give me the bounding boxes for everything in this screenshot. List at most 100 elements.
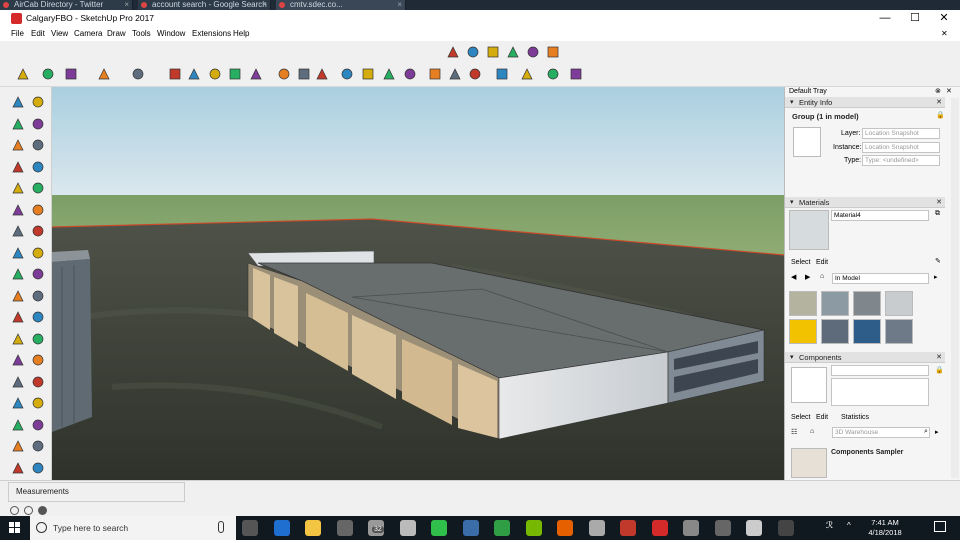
materials-header[interactable]: Materials✕ [785,197,945,208]
browser-tab[interactable]: AirCab Directory - Twitter × [0,0,133,10]
menu-camera[interactable]: Camera [74,28,102,39]
zoom-extents-icon[interactable] [402,66,418,82]
sandbox-icon[interactable] [10,460,26,476]
section-plane-icon[interactable] [10,438,26,454]
firefox-icon[interactable] [557,520,573,536]
rectangle-icon[interactable] [30,137,46,153]
freehand-icon[interactable] [10,137,26,153]
walk-icon[interactable] [30,395,46,411]
chrome-icon[interactable] [494,520,510,536]
protractor-icon[interactable] [314,66,330,82]
material-swatch[interactable] [789,319,817,344]
people-icon[interactable]: ℛ [826,520,833,531]
scale-icon[interactable] [30,245,46,261]
component-description-field[interactable] [831,378,929,406]
taskbar-search-input[interactable]: Type here to search [30,516,236,540]
tab-close-icon[interactable]: × [397,0,402,10]
start-button[interactable] [0,516,30,540]
previous-icon[interactable] [10,395,26,411]
user-icon[interactable] [38,506,47,515]
move-icon[interactable] [30,223,46,239]
zoom-icon[interactable] [381,66,397,82]
tray-pin-icon[interactable]: ⊗ [935,87,941,95]
tool-icon[interactable] [30,460,46,476]
components-sampler-label[interactable]: Components Sampler [831,449,903,456]
follow-me-icon[interactable] [186,66,202,82]
tray-close-icon[interactable]: ✕ [946,87,952,95]
close-button[interactable]: ✕ [931,11,957,26]
push-pull-icon[interactable] [30,202,46,218]
terminal-icon[interactable] [777,520,794,536]
pan-icon[interactable] [10,352,26,368]
protractor-icon[interactable] [465,44,481,60]
tab-close-icon[interactable]: × [262,0,267,10]
sphere-icon[interactable] [714,520,731,536]
menu-help[interactable]: Help [233,28,249,39]
create-material-icon[interactable]: ⧉ [935,210,940,218]
look-around-icon[interactable] [10,417,26,433]
3d-text-icon[interactable] [545,44,561,60]
green-app-icon[interactable] [431,520,447,536]
move-icon[interactable] [207,66,223,82]
tape-measure-icon[interactable] [30,266,46,282]
components-header[interactable]: Components✕ [785,352,945,363]
material-swatch[interactable] [885,319,913,344]
taskbar-clock[interactable]: 7:41 AM 4/18/2018 [862,518,908,538]
dimension-icon[interactable] [10,288,26,304]
eraser-icon[interactable] [30,94,46,110]
rectangle-icon[interactable] [130,66,146,82]
eraser-icon[interactable] [40,66,56,82]
document-close-button[interactable]: ✕ [941,28,948,39]
menu-extensions[interactable]: Extensions [192,28,231,39]
warehouse-icon[interactable] [427,66,443,82]
components-sampler-thumbnail[interactable] [791,448,827,478]
material-swatch[interactable] [821,319,849,344]
arc-icon[interactable] [30,180,46,196]
pie-icon[interactable] [10,202,26,218]
geo-location-icon[interactable] [10,506,19,515]
settings-icon[interactable] [399,520,416,536]
tab-edit[interactable]: Edit [816,413,828,423]
orbit-icon[interactable] [339,66,355,82]
panel-close-icon[interactable]: ✕ [936,97,942,108]
acrobat-icon[interactable] [620,520,636,536]
protractor-icon[interactable] [30,288,46,304]
arc-icon[interactable] [96,66,112,82]
circle-icon[interactable] [30,159,46,175]
home-icon[interactable]: ⌂ [810,428,814,435]
material-name-field[interactable]: Material4 [831,210,929,221]
forward-icon[interactable]: ▶ [805,273,810,281]
axes-icon[interactable] [30,309,46,325]
position-camera-icon[interactable] [30,417,46,433]
paint-bucket-icon[interactable] [10,116,26,132]
footprints-icon[interactable] [30,438,46,454]
menu-tools[interactable]: Tools [132,28,151,39]
axes-icon[interactable] [525,44,541,60]
panel-close-icon[interactable]: ✕ [936,197,942,208]
lock-icon[interactable]: 🔒 [936,111,945,119]
polygon-icon[interactable] [10,180,26,196]
rotate-icon[interactable] [10,245,26,261]
component-name-field[interactable] [831,365,929,376]
menu-edit[interactable]: Edit [31,28,45,39]
material-swatch[interactable] [821,291,849,316]
store-icon[interactable] [336,520,353,536]
zoom-extents-icon[interactable] [30,374,46,390]
menu-draw[interactable]: Draw [107,28,126,39]
tab-edit[interactable]: Edit [816,258,828,268]
entity-info-header[interactable]: Entity Info✕ [785,97,945,108]
show-hidden-icons[interactable]: ^ [847,521,851,530]
scale-icon[interactable] [248,66,264,82]
details-arrow-icon[interactable]: ▸ [934,273,938,281]
sketchup-icon[interactable] [651,520,668,536]
layer-select[interactable]: Location Snapshot [862,128,940,139]
photos-icon[interactable] [588,520,605,536]
add-location-icon[interactable] [519,66,535,82]
offset-icon[interactable] [10,266,26,282]
minimize-button[interactable]: — [872,11,898,26]
zoom-icon[interactable] [30,352,46,368]
rotated-rectangle-icon[interactable] [10,159,26,175]
select-icon[interactable] [15,66,31,82]
tape-measure-icon[interactable] [445,44,461,60]
material-swatch[interactable] [789,291,817,316]
